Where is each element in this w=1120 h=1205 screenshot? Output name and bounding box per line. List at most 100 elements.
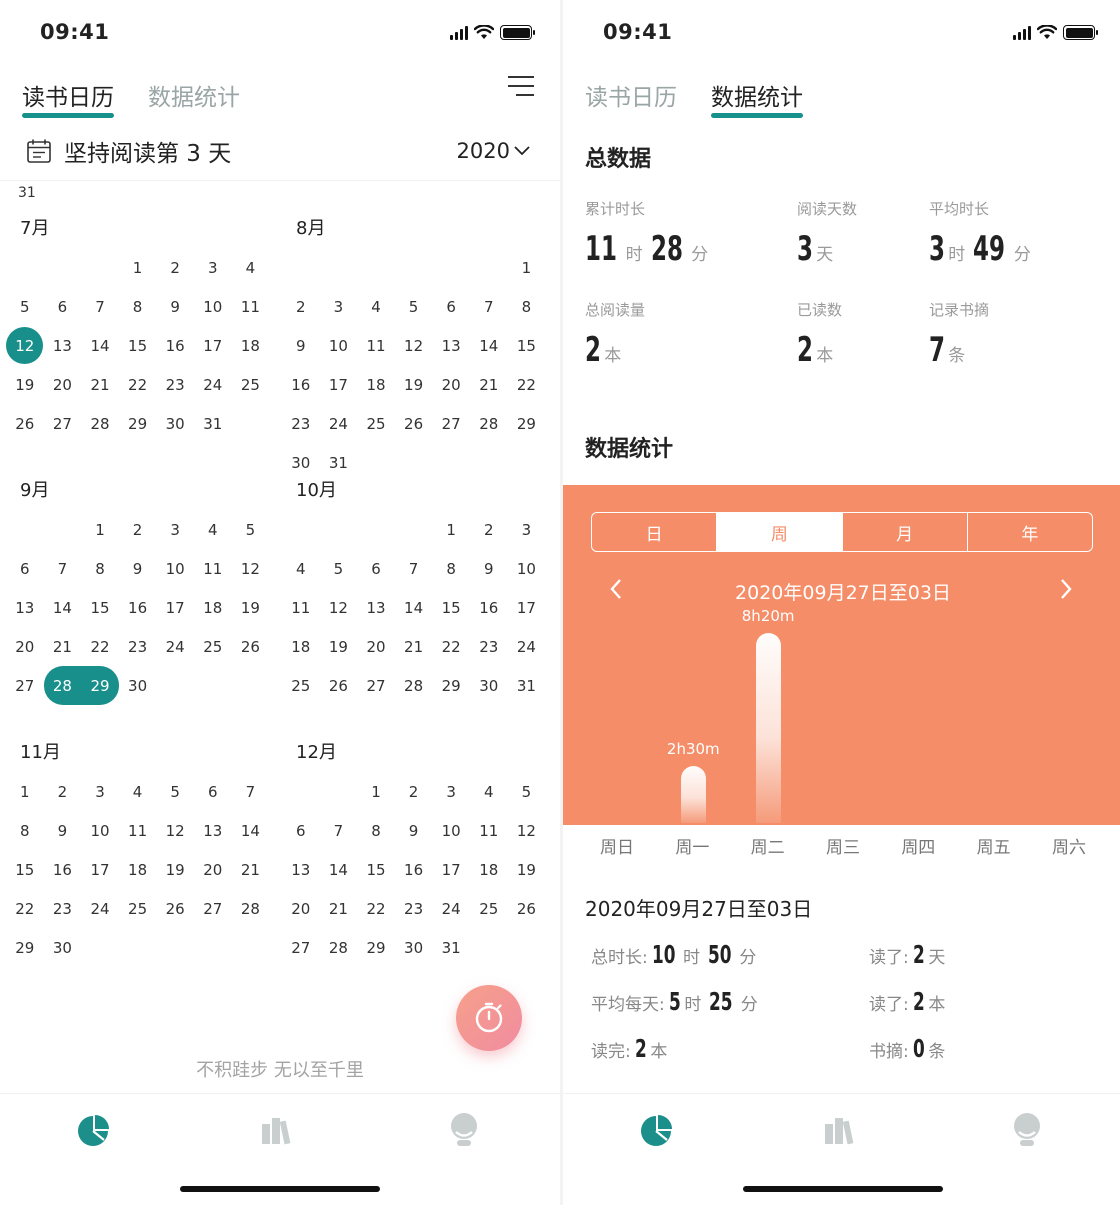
calendar-day[interactable]: 29 bbox=[432, 666, 470, 705]
calendar-day[interactable]: 5 bbox=[395, 287, 433, 326]
calendar-day[interactable]: 26 bbox=[6, 404, 44, 443]
calendar-day[interactable]: 22 bbox=[119, 365, 157, 404]
calendar-day[interactable]: 5 bbox=[232, 510, 270, 549]
calendar-day[interactable]: 8 bbox=[508, 287, 546, 326]
calendar-day[interactable]: 26 bbox=[508, 889, 546, 928]
calendar-day[interactable]: 27 bbox=[6, 666, 44, 705]
calendar-day[interactable]: 10 bbox=[320, 326, 358, 365]
calendar-day[interactable]: 1 bbox=[81, 510, 119, 549]
calendar-day[interactable]: 22 bbox=[432, 627, 470, 666]
calendar-day[interactable]: 10 bbox=[508, 549, 546, 588]
calendar-day[interactable]: 16 bbox=[119, 588, 157, 627]
calendar-day[interactable]: 24 bbox=[320, 404, 358, 443]
calendar-day[interactable]: 14 bbox=[470, 326, 508, 365]
calendar-day[interactable]: 23 bbox=[395, 889, 433, 928]
calendar-day[interactable]: 20 bbox=[6, 627, 44, 666]
calendar-day[interactable]: 17 bbox=[81, 850, 119, 889]
calendar-day[interactable]: 11 bbox=[232, 287, 270, 326]
calendar-day[interactable]: 7 bbox=[44, 549, 82, 588]
calendar-day[interactable]: 17 bbox=[156, 588, 194, 627]
calendar-day[interactable]: 17 bbox=[432, 850, 470, 889]
calendar-day[interactable]: 10 bbox=[432, 811, 470, 850]
calendar-day[interactable]: 7 bbox=[81, 287, 119, 326]
calendar-day[interactable]: 23 bbox=[282, 404, 320, 443]
calendar-day[interactable]: 4 bbox=[282, 549, 320, 588]
tab-reading-calendar[interactable]: 读书日历 bbox=[22, 78, 114, 118]
calendar-day[interactable]: 25 bbox=[194, 627, 232, 666]
calendar-day[interactable]: 28 bbox=[81, 404, 119, 443]
calendar-day[interactable]: 12 bbox=[232, 549, 270, 588]
calendar-day[interactable]: 17 bbox=[320, 365, 358, 404]
calendar-day[interactable]: 9 bbox=[156, 287, 194, 326]
calendar-day-read[interactable]: 28 bbox=[43, 666, 82, 705]
calendar-day[interactable]: 18 bbox=[194, 588, 232, 627]
calendar-day[interactable]: 6 bbox=[6, 549, 44, 588]
calendar-day[interactable]: 16 bbox=[44, 850, 82, 889]
calendar-day[interactable]: 14 bbox=[232, 811, 270, 850]
calendar-day[interactable]: 29 bbox=[357, 928, 395, 967]
calendar-day[interactable]: 8 bbox=[357, 811, 395, 850]
calendar-day[interactable]: 31 bbox=[432, 928, 470, 967]
calendar-day[interactable]: 13 bbox=[282, 850, 320, 889]
nav-bookshelf-icon[interactable] bbox=[260, 1112, 296, 1148]
calendar-day[interactable]: 2 bbox=[282, 287, 320, 326]
calendar-day[interactable]: 1 bbox=[508, 248, 546, 287]
calendar-day[interactable]: 11 bbox=[282, 588, 320, 627]
calendar-day[interactable]: 1 bbox=[6, 772, 44, 811]
calendar-day[interactable]: 16 bbox=[282, 365, 320, 404]
calendar-day[interactable]: 5 bbox=[156, 772, 194, 811]
calendar-day[interactable]: 12 bbox=[508, 811, 546, 850]
calendar-day[interactable]: 31 bbox=[508, 666, 546, 705]
calendar-day[interactable]: 28 bbox=[470, 404, 508, 443]
calendar-day[interactable]: 3 bbox=[81, 772, 119, 811]
calendar-day[interactable]: 15 bbox=[81, 588, 119, 627]
calendar-day[interactable]: 19 bbox=[232, 588, 270, 627]
calendar-day[interactable]: 14 bbox=[44, 588, 82, 627]
calendar-day[interactable]: 26 bbox=[156, 889, 194, 928]
calendar-day[interactable]: 30 bbox=[44, 928, 82, 967]
calendar-day[interactable]: 27 bbox=[282, 928, 320, 967]
chevron-right-icon[interactable] bbox=[1053, 577, 1077, 601]
calendar-day[interactable]: 27 bbox=[432, 404, 470, 443]
calendar-day[interactable]: 6 bbox=[282, 811, 320, 850]
calendar-day[interactable]: 15 bbox=[6, 850, 44, 889]
calendar-day[interactable]: 28 bbox=[232, 889, 270, 928]
menu-icon[interactable] bbox=[508, 76, 534, 100]
calendar-day[interactable]: 12 bbox=[395, 326, 433, 365]
calendar-day[interactable]: 21 bbox=[44, 627, 82, 666]
calendar-day[interactable]: 18 bbox=[119, 850, 157, 889]
calendar-day[interactable]: 3 bbox=[194, 248, 232, 287]
calendar-day[interactable]: 26 bbox=[232, 627, 270, 666]
calendar-day[interactable]: 15 bbox=[119, 326, 157, 365]
calendar-day[interactable]: 22 bbox=[81, 627, 119, 666]
calendar-day[interactable]: 19 bbox=[320, 627, 358, 666]
calendar-day[interactable]: 21 bbox=[470, 365, 508, 404]
calendar-day[interactable]: 18 bbox=[357, 365, 395, 404]
calendar-day[interactable]: 20 bbox=[282, 889, 320, 928]
calendar-day[interactable]: 8 bbox=[119, 287, 157, 326]
calendar-day[interactable]: 25 bbox=[119, 889, 157, 928]
calendar-day[interactable]: 11 bbox=[357, 326, 395, 365]
calendar-day[interactable]: 8 bbox=[432, 549, 470, 588]
calendar-day[interactable]: 30 bbox=[395, 928, 433, 967]
calendar-day[interactable]: 27 bbox=[44, 404, 82, 443]
calendar-day[interactable]: 23 bbox=[119, 627, 157, 666]
calendar-day[interactable]: 23 bbox=[470, 627, 508, 666]
calendar-day[interactable]: 13 bbox=[194, 811, 232, 850]
year-select[interactable]: 2020 bbox=[457, 139, 530, 163]
calendar-day[interactable]: 16 bbox=[470, 588, 508, 627]
calendar-day[interactable]: 15 bbox=[357, 850, 395, 889]
calendar-day[interactable]: 3 bbox=[432, 772, 470, 811]
period-week[interactable]: 周 bbox=[717, 513, 843, 551]
calendar-day[interactable]: 13 bbox=[357, 588, 395, 627]
calendar-day[interactable]: 16 bbox=[156, 326, 194, 365]
calendar-day[interactable]: 4 bbox=[470, 772, 508, 811]
calendar-day[interactable]: 2 bbox=[44, 772, 82, 811]
calendar-day[interactable]: 4 bbox=[232, 248, 270, 287]
calendar-day[interactable]: 3 bbox=[156, 510, 194, 549]
calendar-day[interactable]: 4 bbox=[357, 287, 395, 326]
calendar-day[interactable]: 28 bbox=[395, 666, 433, 705]
calendar-day[interactable]: 24 bbox=[194, 365, 232, 404]
calendar-day[interactable]: 19 bbox=[508, 850, 546, 889]
calendar-day[interactable]: 2 bbox=[119, 510, 157, 549]
